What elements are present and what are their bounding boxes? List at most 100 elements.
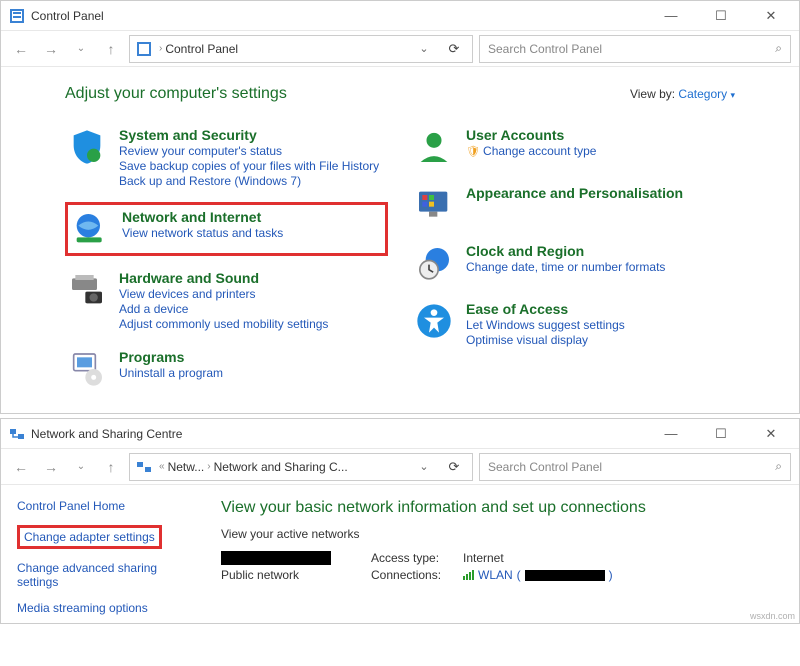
address-bar: ← → ⌄ ↑ « Netw... › Network and Sharing … <box>1 449 799 485</box>
minimize-button[interactable]: — <box>655 422 687 446</box>
chevron-left-overflow-icon[interactable]: « <box>159 461 165 472</box>
breadcrumb-b[interactable]: Network and Sharing C... <box>214 460 348 474</box>
category-label[interactable]: Clock and Region <box>466 243 665 259</box>
ssid-redacted <box>525 570 605 581</box>
connections-label: Connections: <box>371 568 457 582</box>
search-input[interactable] <box>488 42 775 56</box>
category-system-security[interactable]: System and Security Review your computer… <box>65 123 388 192</box>
maximize-button[interactable]: ☐ <box>705 4 737 28</box>
view-by-control[interactable]: View by: Category ▾ <box>630 87 735 101</box>
up-button[interactable]: ↑ <box>99 37 123 61</box>
access-type-value: Internet <box>463 551 504 565</box>
breadcrumb-a[interactable]: Netw... <box>168 460 205 474</box>
category-label[interactable]: System and Security <box>119 127 379 143</box>
category-label[interactable]: Appearance and Personalisation <box>466 185 683 201</box>
window-title: Control Panel <box>31 9 655 23</box>
clock-globe-icon <box>414 243 454 283</box>
network-sharing-window: Network and Sharing Centre — ☐ ✕ ← → ⌄ ↑… <box>0 418 800 624</box>
category-label[interactable]: Ease of Access <box>466 301 625 317</box>
connection-name: WLAN <box>478 568 513 582</box>
network-sharing-app-icon <box>9 426 25 442</box>
address-dropdown-button[interactable]: ⌄ <box>412 37 436 61</box>
network-path-icon <box>136 459 152 475</box>
control-panel-app-icon <box>9 8 25 24</box>
subheading: View your active networks <box>221 527 779 541</box>
watermark: wsxdn.com <box>750 611 795 621</box>
chevron-right-icon: › <box>159 43 162 54</box>
close-button[interactable]: ✕ <box>755 4 787 28</box>
window-controls: — ☐ ✕ <box>655 4 787 28</box>
category-label[interactable]: Programs <box>119 349 223 365</box>
refresh-button[interactable]: ⟳ <box>442 455 466 479</box>
window-controls: — ☐ ✕ <box>655 422 787 446</box>
breadcrumb-root[interactable]: Control Panel <box>165 42 238 56</box>
category-clock-region[interactable]: Clock and Region Change date, time or nu… <box>412 239 735 287</box>
forward-button[interactable]: → <box>39 455 63 479</box>
programs-disc-icon <box>67 349 107 389</box>
chevron-down-icon: ▾ <box>730 90 735 100</box>
titlebar: Network and Sharing Centre — ☐ ✕ <box>1 419 799 449</box>
sublink[interactable]: View devices and printers <box>119 287 328 301</box>
view-by-value[interactable]: Category <box>678 87 727 101</box>
category-label[interactable]: Hardware and Sound <box>119 270 328 286</box>
side-link-adapter-settings[interactable]: Change adapter settings <box>17 525 162 549</box>
shield-icon <box>67 127 107 167</box>
search-box[interactable]: ⌕ <box>479 35 791 63</box>
globe-network-icon <box>70 209 110 249</box>
search-input[interactable] <box>488 460 775 474</box>
connection-link[interactable]: WLAN ( ) <box>463 568 613 582</box>
categories-left: System and Security Review your computer… <box>65 123 388 393</box>
category-label[interactable]: Network and Internet <box>122 209 283 225</box>
address-field[interactable]: « Netw... › Network and Sharing C... ⌄ ⟳ <box>129 453 473 481</box>
back-button[interactable]: ← <box>9 37 33 61</box>
sublink[interactable]: Let Windows suggest settings <box>466 318 625 332</box>
sublink[interactable]: Save backup copies of your files with Fi… <box>119 159 379 173</box>
recent-locations-button[interactable]: ⌄ <box>69 455 93 479</box>
network-name-redacted <box>221 551 331 565</box>
sublink[interactable]: Optimise visual display <box>466 333 625 347</box>
sublink[interactable]: Add a device <box>119 302 328 316</box>
categories-right: User Accounts 🛡 Change account type Appe… <box>412 123 735 393</box>
category-appearance[interactable]: Appearance and Personalisation <box>412 181 735 229</box>
close-button[interactable]: ✕ <box>755 422 787 446</box>
side-link-home[interactable]: Control Panel Home <box>17 499 193 513</box>
side-link-advanced-sharing[interactable]: Change advanced sharing settings <box>17 561 193 589</box>
maximize-button[interactable]: ☐ <box>705 422 737 446</box>
sublink[interactable]: Review your computer's status <box>119 144 379 158</box>
sublink[interactable]: View network status and tasks <box>122 226 283 240</box>
printer-camera-icon <box>67 270 107 310</box>
sublink[interactable]: Back up and Restore (Windows 7) <box>119 174 379 188</box>
category-programs[interactable]: Programs Uninstall a program <box>65 345 388 393</box>
page-heading: Adjust your computer's settings <box>65 85 630 103</box>
category-user-accounts[interactable]: User Accounts 🛡 Change account type <box>412 123 735 171</box>
ease-of-access-icon <box>414 301 454 341</box>
search-icon[interactable]: ⌕ <box>775 459 782 474</box>
titlebar: Control Panel — ☐ ✕ <box>1 1 799 31</box>
minimize-button[interactable]: — <box>655 4 687 28</box>
category-ease-of-access[interactable]: Ease of Access Let Windows suggest setti… <box>412 297 735 351</box>
view-by-label: View by: <box>630 87 675 101</box>
side-link-media-streaming[interactable]: Media streaming options <box>17 601 193 615</box>
forward-button[interactable]: → <box>39 37 63 61</box>
refresh-button[interactable]: ⟳ <box>442 37 466 61</box>
category-hardware-sound[interactable]: Hardware and Sound View devices and prin… <box>65 266 388 335</box>
sublink[interactable]: Uninstall a program <box>119 366 223 380</box>
access-type-label: Access type: <box>371 551 457 565</box>
sublink[interactable]: Adjust commonly used mobility settings <box>119 317 328 331</box>
category-network-internet[interactable]: Network and Internet View network status… <box>65 202 388 256</box>
search-box[interactable]: ⌕ <box>479 453 791 481</box>
chevron-right-icon: › <box>207 461 210 472</box>
address-field[interactable]: › Control Panel ⌄ ⟳ <box>129 35 473 63</box>
search-icon[interactable]: ⌕ <box>775 41 782 56</box>
sublink[interactable]: 🛡 Change account type <box>466 144 596 158</box>
address-dropdown-button[interactable]: ⌄ <box>412 455 436 479</box>
back-button[interactable]: ← <box>9 455 33 479</box>
content-area: Adjust your computer's settings View by:… <box>1 67 799 413</box>
up-button[interactable]: ↑ <box>99 455 123 479</box>
recent-locations-button[interactable]: ⌄ <box>69 37 93 61</box>
sublink[interactable]: Change date, time or number formats <box>466 260 665 274</box>
category-label[interactable]: User Accounts <box>466 127 596 143</box>
user-accounts-icon <box>414 127 454 167</box>
address-bar: ← → ⌄ ↑ › Control Panel ⌄ ⟳ ⌕ <box>1 31 799 67</box>
appearance-monitor-icon <box>414 185 454 225</box>
